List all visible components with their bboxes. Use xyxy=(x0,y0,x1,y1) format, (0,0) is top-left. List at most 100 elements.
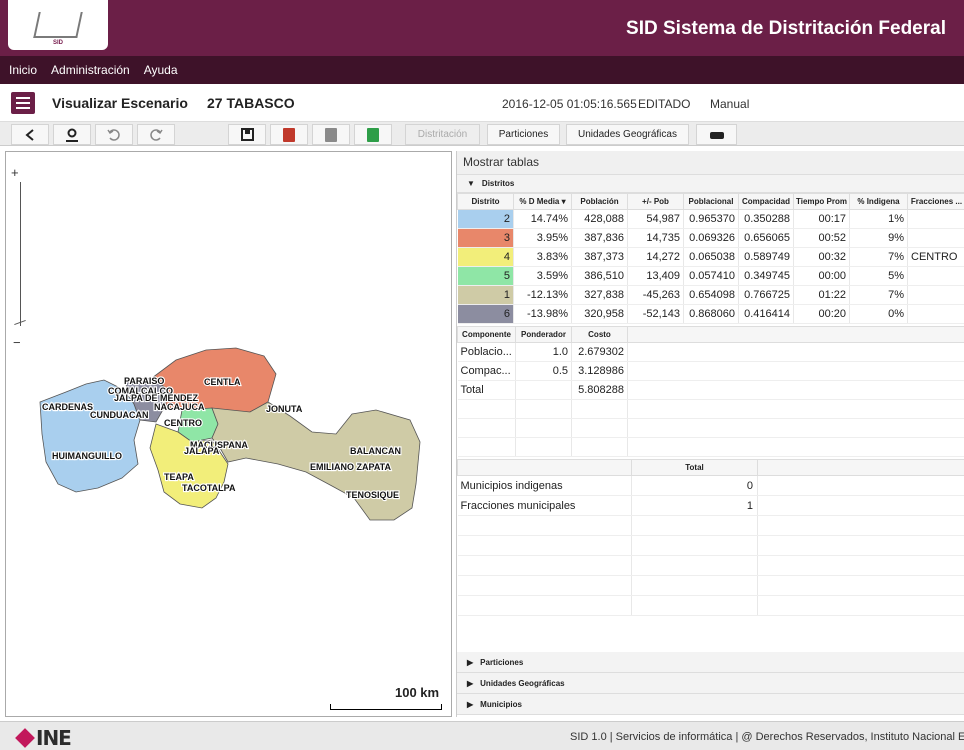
componente-cell: 0.5 xyxy=(515,361,572,381)
totales-row: Fracciones municipales 1 xyxy=(457,495,964,516)
totales-cell: Municipios indigenas xyxy=(457,475,632,496)
distrito-id-cell: 2 xyxy=(457,209,514,229)
componente-row: Poblacio... 1.0 2.679302 xyxy=(457,342,964,362)
componentes-col-header: Componente xyxy=(457,326,516,343)
district-1-region[interactable] xyxy=(211,401,421,521)
distrito-cell: 327,838 xyxy=(571,285,628,305)
tools-button[interactable] xyxy=(696,124,737,145)
distrito-cell: 0.069326 xyxy=(683,228,739,248)
distrito-cell: 01:22 xyxy=(793,285,850,305)
collapsed-triangle-icon: ▶ xyxy=(467,699,474,709)
footer-text: SID 1.0 | Servicios de informática | @ D… xyxy=(570,731,964,743)
menu-inicio[interactable]: Inicio xyxy=(9,63,37,77)
collapsed-sections: ▶ Particiones ▶ Unidades Geográficas ▶ Muni… xyxy=(457,652,964,715)
distrito-row[interactable]: 3 3.95% 387,836 14,735 0.069326 0.656065 00:52… xyxy=(457,228,964,248)
empty-row xyxy=(457,399,964,419)
distrito-row[interactable]: 4 3.83% 387,373 14,272 0.065038 0.589749 00:32… xyxy=(457,247,964,267)
menu-administracion[interactable]: Administración xyxy=(51,63,130,77)
scenario-status: EDITADO xyxy=(638,97,691,111)
tab-particiones[interactable]: Particiones xyxy=(487,124,560,145)
map-panel[interactable]: + − PARAISO CENTLA COMALCALCO JALPA DE MEND… xyxy=(5,151,452,717)
particiones-section-header[interactable]: ▶ Particiones xyxy=(457,652,964,673)
distrito-cell xyxy=(907,285,964,305)
export-csv-button[interactable] xyxy=(354,124,392,145)
export-doc-button[interactable] xyxy=(312,124,350,145)
distrito-cell: 54,987 xyxy=(627,209,684,229)
distrito-cell: 0.057410 xyxy=(683,266,739,286)
distrito-cell: 00:52 xyxy=(793,228,850,248)
distritos-col-header[interactable]: Compacidad xyxy=(738,193,794,210)
pdf-icon xyxy=(283,127,295,142)
distrito-cell: 5% xyxy=(849,266,908,286)
show-tables-toggle[interactable]: Mostrar tablas xyxy=(457,151,964,175)
locate-user-button[interactable] xyxy=(53,124,91,145)
componente-cell: Poblacio... xyxy=(457,342,516,362)
chevron-left-icon xyxy=(25,128,34,141)
map-label: CARDENAS xyxy=(42,402,93,412)
tab-distritacion[interactable]: Distritación xyxy=(405,124,480,145)
distrito-cell: 0.868060 xyxy=(683,304,739,324)
scenario-timestamp: 2016-12-05 01:05:16.565 xyxy=(502,97,637,111)
distrito-cell: 0.654098 xyxy=(683,285,739,305)
distrito-id-cell: 6 xyxy=(457,304,514,324)
distrito-row[interactable]: 2 14.74% 428,088 54,987 0.965370 0.350288 00:1… xyxy=(457,209,964,229)
distrito-cell: 13,409 xyxy=(627,266,684,286)
map-label: TEAPA xyxy=(164,472,194,482)
distrito-cell: -45,263 xyxy=(627,285,684,305)
map-label: TACOTALPA xyxy=(182,483,236,493)
redo-button[interactable] xyxy=(137,124,175,145)
distrito-cell: -52,143 xyxy=(627,304,684,324)
componentes-col-header: Ponderador xyxy=(515,326,572,343)
distrito-cell: 0.589749 xyxy=(738,247,794,267)
menu-bar: Inicio Administración Ayuda xyxy=(0,56,964,84)
undo-button[interactable] xyxy=(95,124,133,145)
distrito-cell: 7% xyxy=(849,247,908,267)
totales-row: Municipios indigenas 0 xyxy=(457,475,964,496)
collapsed-triangle-icon: ▶ xyxy=(467,678,474,688)
distritos-col-header[interactable]: Distrito xyxy=(457,193,514,210)
unidades-section-header[interactable]: ▶ Unidades Geográficas xyxy=(457,673,964,694)
distritos-col-header[interactable]: Fracciones ... xyxy=(907,193,964,210)
componente-cell: Total xyxy=(457,380,516,400)
distritos-section-header[interactable]: ▼ Distritos xyxy=(457,175,964,193)
componente-cell xyxy=(515,380,572,400)
map-scale-label: 100 km xyxy=(395,685,440,700)
distrito-id-cell: 1 xyxy=(457,285,514,305)
tab-unidades-geograficas[interactable]: Unidades Geográficas xyxy=(566,124,689,145)
back-button[interactable] xyxy=(11,124,49,145)
distrito-cell: 3.95% xyxy=(513,228,572,248)
municipios-section-header[interactable]: ▶ Municipios xyxy=(457,694,964,715)
logo-text: SID xyxy=(52,40,63,46)
distrito-row[interactable]: 1 -12.13% 327,838 -45,263 0.654098 0.766725 01… xyxy=(457,285,964,305)
distrito-cell xyxy=(907,228,964,248)
distritos-col-header[interactable]: Población xyxy=(571,193,628,210)
distrito-cell: 00:20 xyxy=(793,304,850,324)
save-button[interactable] xyxy=(228,124,266,145)
empty-row xyxy=(457,595,964,616)
menu-ayuda[interactable]: Ayuda xyxy=(144,63,178,77)
distrito-cell: 9% xyxy=(849,228,908,248)
distrito-cell: 14.74% xyxy=(513,209,572,229)
hamburger-menu-button[interactable] xyxy=(11,92,35,114)
distrito-cell: 0.965370 xyxy=(683,209,739,229)
distrito-cell: 0.349745 xyxy=(738,266,794,286)
distritos-col-header[interactable]: Poblacional xyxy=(683,193,739,210)
distritos-col-header[interactable]: +/- Pob xyxy=(627,193,684,210)
empty-row xyxy=(457,437,964,457)
district-map[interactable]: PARAISO CENTLACOMALCALCOJALPA DE MENDEZCA… xyxy=(6,152,451,716)
export-pdf-button[interactable] xyxy=(270,124,308,145)
distritos-col-header[interactable]: % D Media ▾ xyxy=(513,193,572,210)
distritos-col-header[interactable]: Tiempo Prom xyxy=(793,193,850,210)
sid-logo[interactable]: SID xyxy=(8,0,108,50)
distrito-cell xyxy=(907,209,964,229)
distrito-cell: 0% xyxy=(849,304,908,324)
componente-cell: 1.0 xyxy=(515,342,572,362)
scenario-mode: Manual xyxy=(710,97,750,111)
distritos-col-header[interactable]: % Indigena xyxy=(849,193,908,210)
distrito-cell xyxy=(907,266,964,286)
distrito-cell: 387,836 xyxy=(571,228,628,248)
distrito-row[interactable]: 6 -13.98% 320,958 -52,143 0.868060 0.416414 00… xyxy=(457,304,964,324)
app-title: SID Sistema de Distritación Federal xyxy=(626,18,946,39)
distrito-row[interactable]: 5 3.59% 386,510 13,409 0.057410 0.349745 00:00… xyxy=(457,266,964,286)
componentes-col-header: Costo xyxy=(571,326,628,343)
